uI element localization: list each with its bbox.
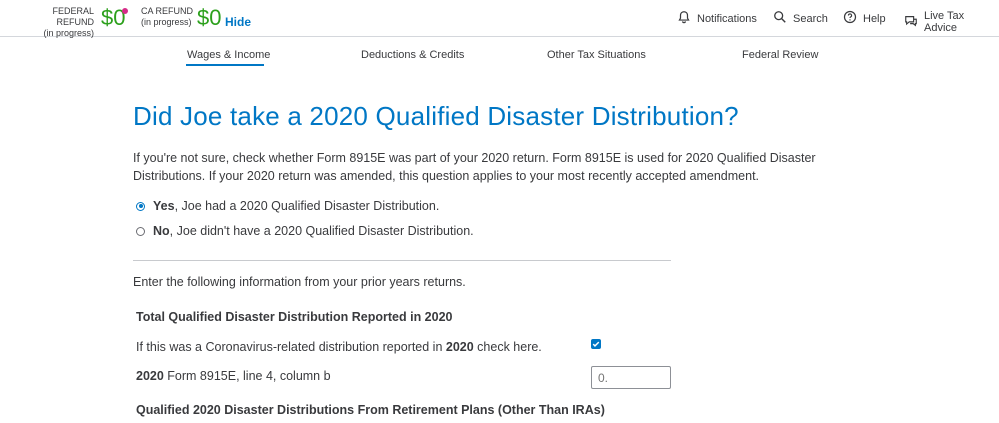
coronavirus-suffix: check here. <box>473 340 542 354</box>
section-divider <box>133 260 671 261</box>
bell-icon <box>677 10 691 27</box>
live-tax-advice-button[interactable]: Live Tax Advice <box>904 10 999 34</box>
option-yes-bold: Yes <box>153 199 175 213</box>
coronavirus-row-label: If this was a Coronavirus-related distri… <box>136 340 542 354</box>
coronavirus-prefix: If this was a Coronavirus-related distri… <box>136 340 446 354</box>
form-row-label: 2020 Form 8915E, line 4, column b <box>136 369 331 383</box>
tab-wages-income[interactable]: Wages & Income <box>187 49 270 61</box>
section-heading-total: Total Qualified Disaster Distribution Re… <box>136 310 453 324</box>
help-label: Help <box>863 12 886 25</box>
coronavirus-year: 2020 <box>445 340 474 354</box>
federal-refund-status: (in progress) <box>43 28 94 38</box>
search-label: Search <box>793 12 828 25</box>
option-yes[interactable]: Yes, Joe had a 2020 Qualified Disaster D… <box>136 199 439 213</box>
state-refund-amount: $0 <box>197 5 222 30</box>
form-row-year: 2020 <box>136 369 164 383</box>
intro-text: If you're not sure, check whether Form 8… <box>133 151 816 183</box>
coronavirus-checkbox[interactable] <box>591 339 601 349</box>
state-refund-label: CA REFUND <box>141 6 194 16</box>
option-no-text: , Joe didn't have a 2020 Qualified Disas… <box>169 224 474 238</box>
top-header: FEDERAL REFUND (in progress) $0 CA REFUN… <box>0 0 999 39</box>
live-tax-advice-label: Live Tax Advice <box>924 10 965 34</box>
option-no[interactable]: No, Joe didn't have a 2020 Qualified Dis… <box>136 224 474 238</box>
tab-other-tax-situations[interactable]: Other Tax Situations <box>547 49 646 61</box>
state-refund-status: (in progress) <box>141 17 192 27</box>
checkmark-icon <box>592 341 600 347</box>
section-heading-retirement: Qualified 2020 Disaster Distributions Fr… <box>136 403 605 417</box>
search-button[interactable]: Search <box>773 10 828 27</box>
tab-federal-review[interactable]: Federal Review <box>742 49 818 61</box>
option-no-bold: No <box>153 224 170 238</box>
tab-deductions-credits[interactable]: Deductions & Credits <box>361 49 464 61</box>
help-button[interactable]: Help <box>843 10 886 27</box>
form-8915e-line4-input[interactable] <box>591 366 671 389</box>
notification-dot <box>122 8 128 14</box>
federal-refund[interactable]: FEDERAL REFUND (in progress) <box>20 6 94 39</box>
active-tab-indicator <box>186 64 264 66</box>
search-icon <box>773 10 787 27</box>
help-icon <box>843 10 857 27</box>
chat-icon <box>904 14 918 31</box>
hide-refund-link[interactable]: Hide <box>225 15 251 29</box>
radio-yes[interactable] <box>136 201 145 211</box>
notifications-button[interactable]: Notifications <box>677 10 757 27</box>
notifications-label: Notifications <box>697 12 757 25</box>
state-refund[interactable]: CA REFUND (in progress) <box>141 6 193 28</box>
enter-info-text: Enter the following information from you… <box>133 275 466 289</box>
form-row-text: Form 8915E, line 4, column b <box>163 369 331 383</box>
page-title: Did Joe take a 2020 Qualified Disaster D… <box>133 101 739 131</box>
radio-no[interactable] <box>136 226 145 236</box>
federal-refund-label: FEDERAL REFUND <box>52 6 94 27</box>
option-yes-text: , Joe had a 2020 Qualified Disaster Dist… <box>174 199 440 213</box>
